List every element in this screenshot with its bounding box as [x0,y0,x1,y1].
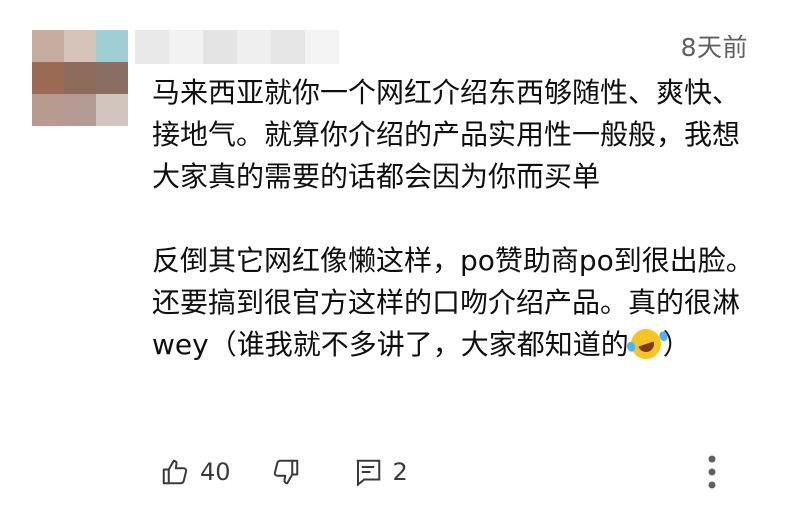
comment-timestamp[interactable]: 8天前 [681,28,748,64]
comment-closing-paren: ） [662,328,691,361]
thumbs-up-icon [160,457,190,487]
reply-icon [353,457,383,487]
dislike-button[interactable] [271,457,301,487]
more-vertical-icon [706,454,718,490]
reply-count: 2 [392,458,408,486]
like-button[interactable]: 40 [160,457,231,487]
comment-body: 马来西亚就你一个网红介绍东西够随性、爽快、接地气。就算你介绍的产品实用性一般般，… [152,72,762,366]
more-options-button[interactable] [706,454,718,490]
comment-actions: 40 2 [160,452,740,492]
username-blurred[interactable] [135,30,339,64]
avatar[interactable] [32,30,128,126]
like-count: 40 [200,458,231,486]
comment-paragraph-1: 马来西亚就你一个网红介绍东西够随性、爽快、接地气。就算你介绍的产品实用性一般般，… [152,76,741,193]
rolling-on-floor-laughing-emoji-icon [626,325,665,363]
reply-button[interactable]: 2 [353,457,408,487]
thumbs-down-icon [271,457,301,487]
comment-paragraph-2: 反倒其它网红像懒这样，po赞助商po到很出脸。还要搞到很官方这样的口吻介绍产品。… [152,240,762,366]
